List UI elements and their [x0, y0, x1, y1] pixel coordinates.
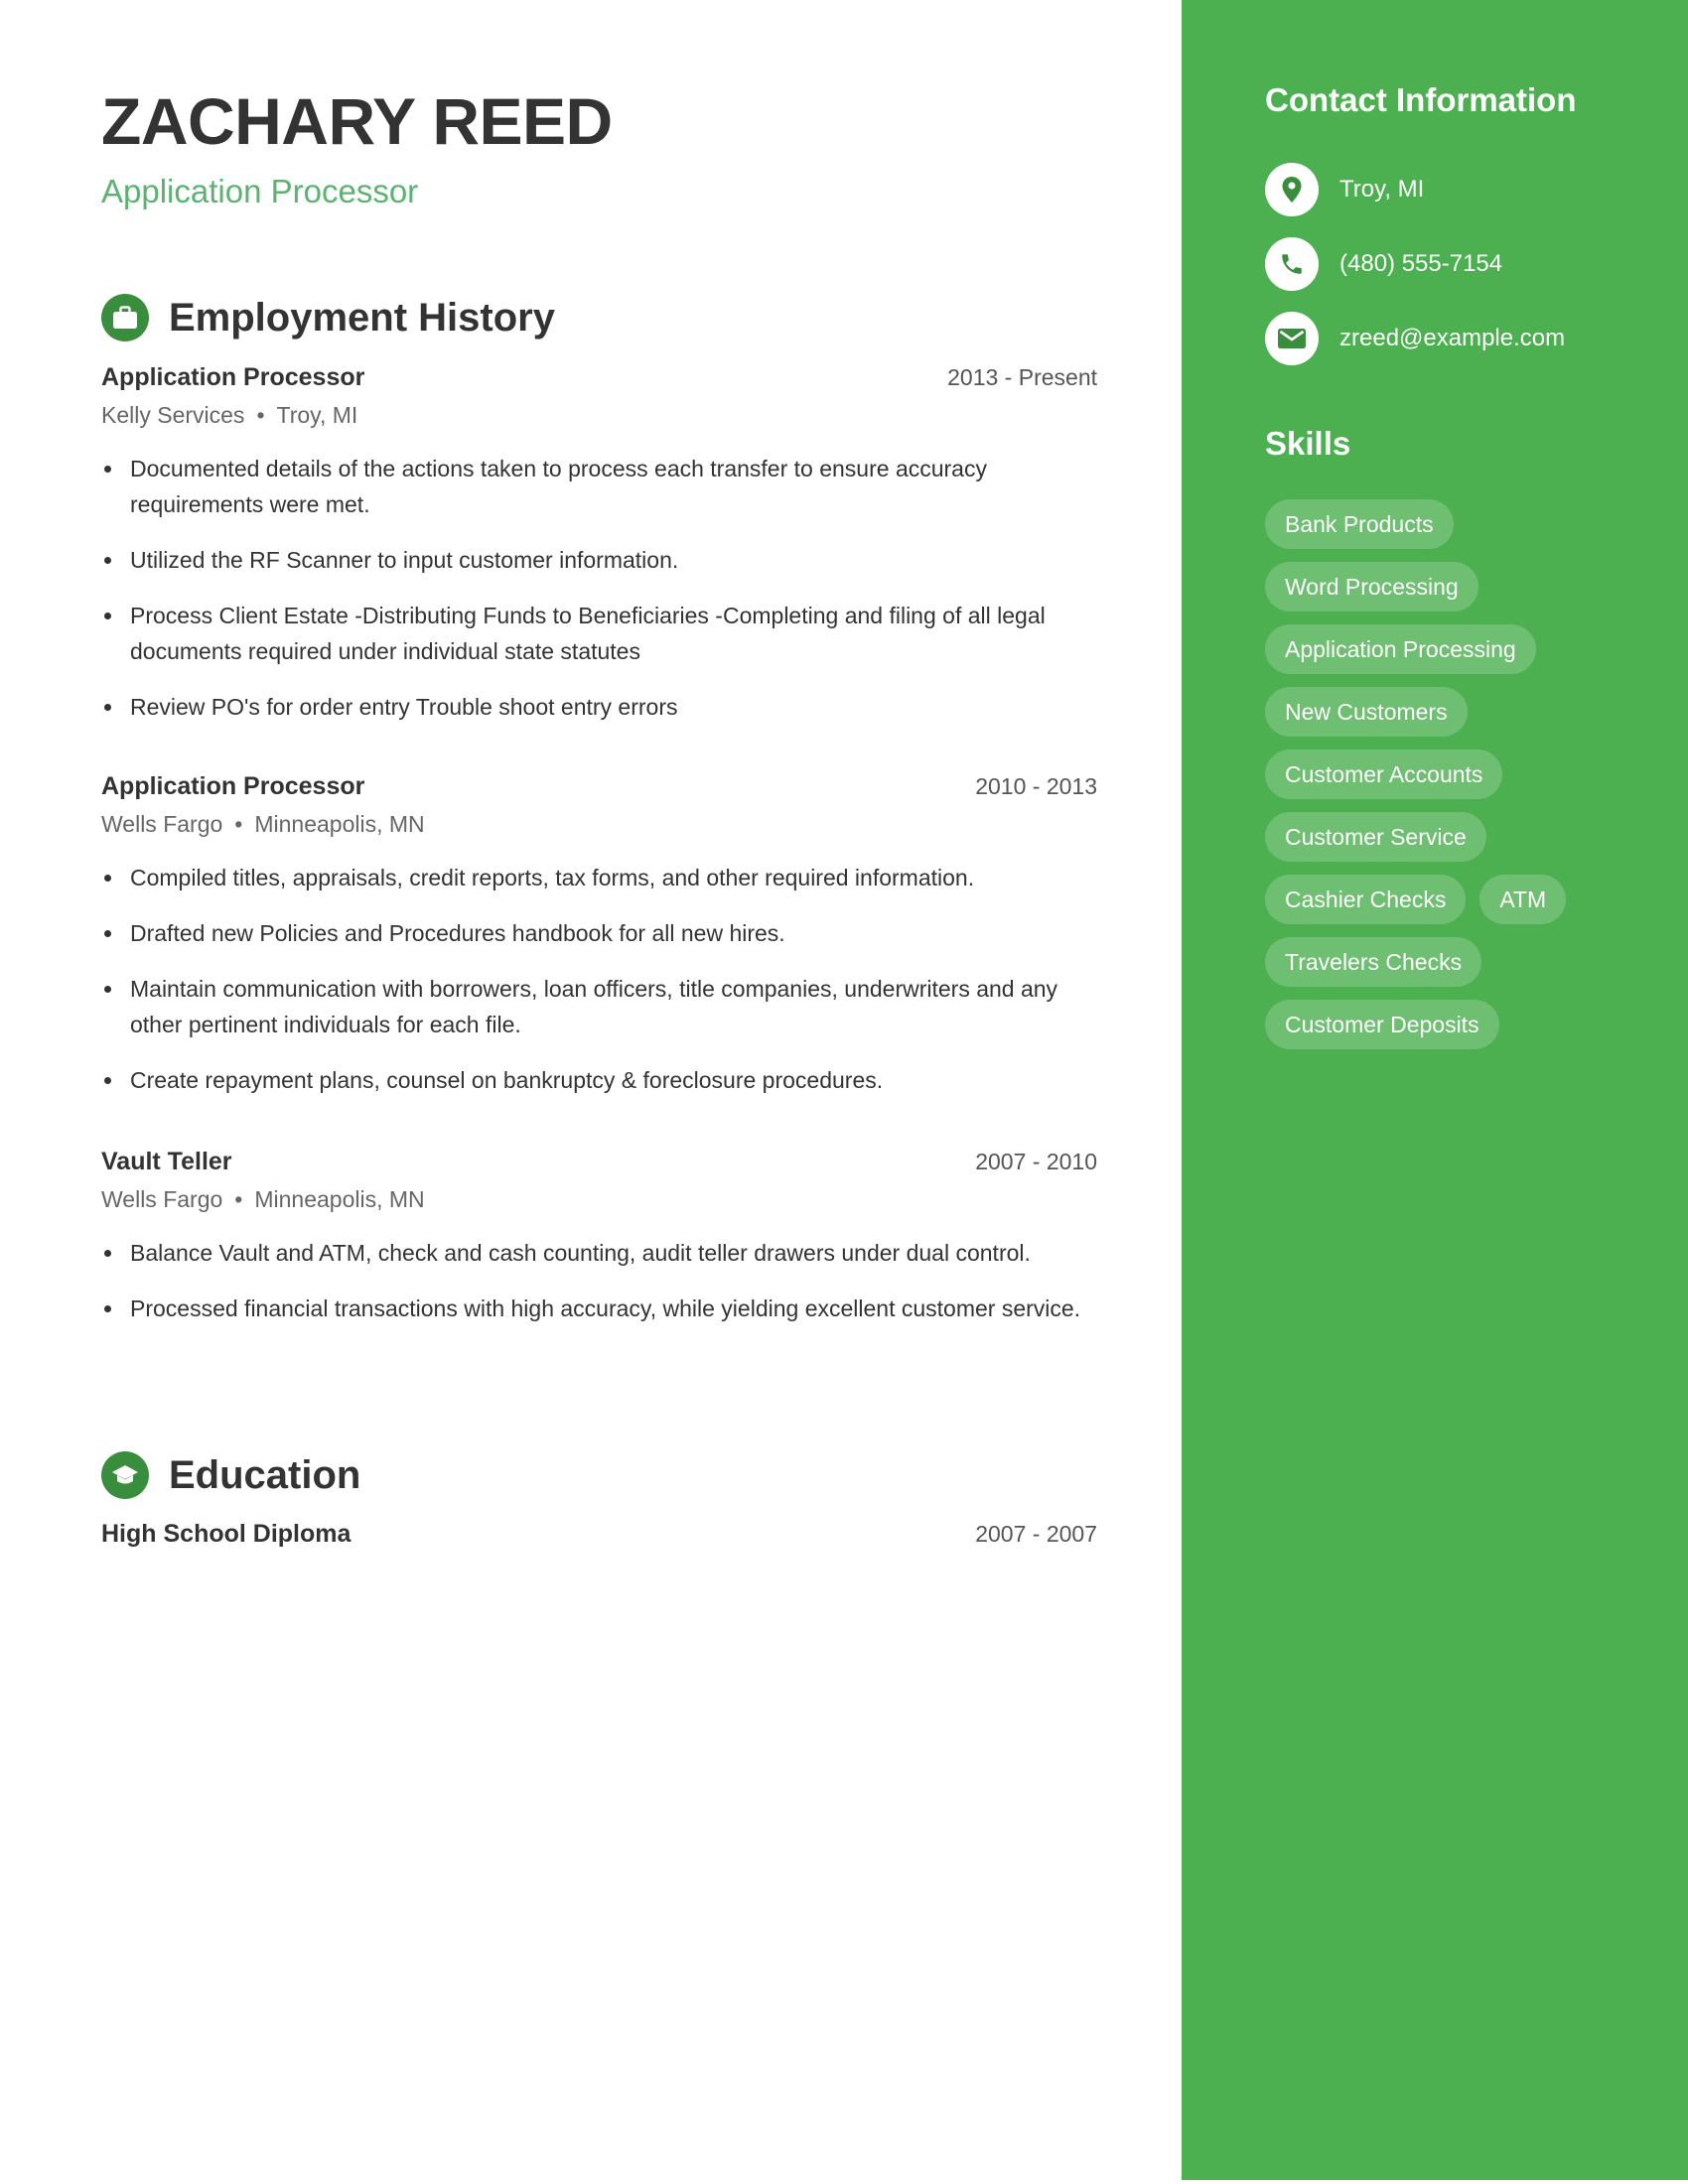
contact-section-title: Contact Information [1265, 81, 1577, 118]
resume-sidebar: Contact Information Troy, MI (480) 555-7… [1182, 0, 1688, 2180]
job-title: Application Processor [101, 363, 365, 391]
contact-location: Troy, MI [1339, 176, 1425, 203]
skill-tag: New Customers [1265, 687, 1468, 737]
job-dates: 2010 - 2013 [975, 773, 1097, 799]
contact-item-location: Troy, MI [1265, 163, 1424, 216]
contact-item-phone: (480) 555-7154 [1265, 237, 1502, 291]
education-dates: 2007 - 2007 [975, 1521, 1097, 1547]
education-title: High School Diploma [101, 1520, 352, 1548]
education-section-title: Education [169, 1452, 361, 1497]
job-company: Wells Fargo [101, 811, 223, 837]
job-bullets: Balance Vault and ATM, check and cash co… [101, 1235, 1097, 1326]
job-bullet: Review PO's for order entry Trouble shoo… [101, 689, 1097, 725]
phone-icon [1265, 237, 1319, 291]
job-entry: Application Processor 2013 - Present Kel… [101, 363, 1097, 745]
job-bullet: Process Client Estate -Distributing Fund… [101, 598, 1097, 669]
job-entry: Application Processor 2010 - 2013 Wells … [101, 772, 1097, 1118]
skill-tag: Customer Deposits [1265, 1000, 1499, 1049]
job-entry: Vault Teller 2007 - 2010 Wells Fargo • Min… [101, 1148, 1097, 1346]
job-meta: Wells Fargo • Minneapolis, MN [101, 1186, 1097, 1213]
job-bullet: Maintain communication with borrowers, l… [101, 971, 1097, 1042]
location-pin-icon [1265, 163, 1319, 216]
separator-dot: • [234, 811, 243, 837]
job-bullet: Processed financial transactions with hi… [101, 1291, 1097, 1326]
job-bullet: Utilized the RF Scanner to input custome… [101, 542, 1097, 578]
job-meta: Wells Fargo • Minneapolis, MN [101, 811, 1097, 838]
job-bullet: Compiled titles, appraisals, credit repo… [101, 860, 1097, 895]
skill-tag: Word Processing [1265, 562, 1478, 612]
skills-section-title: Skills [1265, 425, 1351, 462]
job-dates: 2007 - 2010 [975, 1149, 1097, 1174]
briefcase-icon [101, 294, 149, 341]
job-title: Application Processor [101, 772, 365, 800]
separator-dot: • [256, 402, 265, 428]
job-bullet: Drafted new Policies and Procedures hand… [101, 915, 1097, 951]
employment-section-header: Employment History [101, 294, 555, 341]
contact-item-email: zreed@example.com [1265, 312, 1565, 365]
candidate-role: Application Processor [101, 173, 419, 209]
candidate-name: ZACHARY REED [101, 84, 613, 158]
skill-tag: Travelers Checks [1265, 937, 1482, 987]
graduation-cap-icon [101, 1451, 149, 1499]
job-bullets: Compiled titles, appraisals, credit repo… [101, 860, 1097, 1098]
job-location: Troy, MI [276, 402, 358, 428]
education-section-header: Education [101, 1451, 360, 1499]
education-entry: High School Diploma 2007 - 2007 [101, 1520, 1097, 1549]
separator-dot: • [234, 1186, 243, 1212]
skill-tag: Customer Accounts [1265, 750, 1503, 799]
job-company: Kelly Services [101, 402, 245, 428]
job-meta: Kelly Services • Troy, MI [101, 402, 1097, 429]
contact-phone[interactable]: (480) 555-7154 [1339, 250, 1502, 278]
contact-email[interactable]: zreed@example.com [1339, 325, 1565, 352]
job-location: Minneapolis, MN [254, 811, 425, 837]
job-title: Vault Teller [101, 1148, 232, 1175]
skill-tag: ATM [1479, 875, 1567, 924]
job-location: Minneapolis, MN [254, 1186, 425, 1212]
employment-section-title: Employment History [169, 295, 555, 340]
job-company: Wells Fargo [101, 1186, 223, 1212]
job-bullets: Documented details of the actions taken … [101, 451, 1097, 725]
skill-tag: Customer Service [1265, 812, 1486, 862]
skill-tag: Cashier Checks [1265, 875, 1467, 924]
skill-tag: Bank Products [1265, 499, 1454, 549]
job-dates: 2013 - Present [947, 364, 1097, 390]
skill-tag: Application Processing [1265, 624, 1536, 674]
job-bullet: Balance Vault and ATM, check and cash co… [101, 1235, 1097, 1271]
skills-list: Bank Products Word Processing Applicatio… [1265, 499, 1642, 1062]
job-bullet: Create repayment plans, counsel on bankr… [101, 1062, 1097, 1098]
email-icon [1265, 312, 1319, 365]
job-bullet: Documented details of the actions taken … [101, 451, 1097, 522]
